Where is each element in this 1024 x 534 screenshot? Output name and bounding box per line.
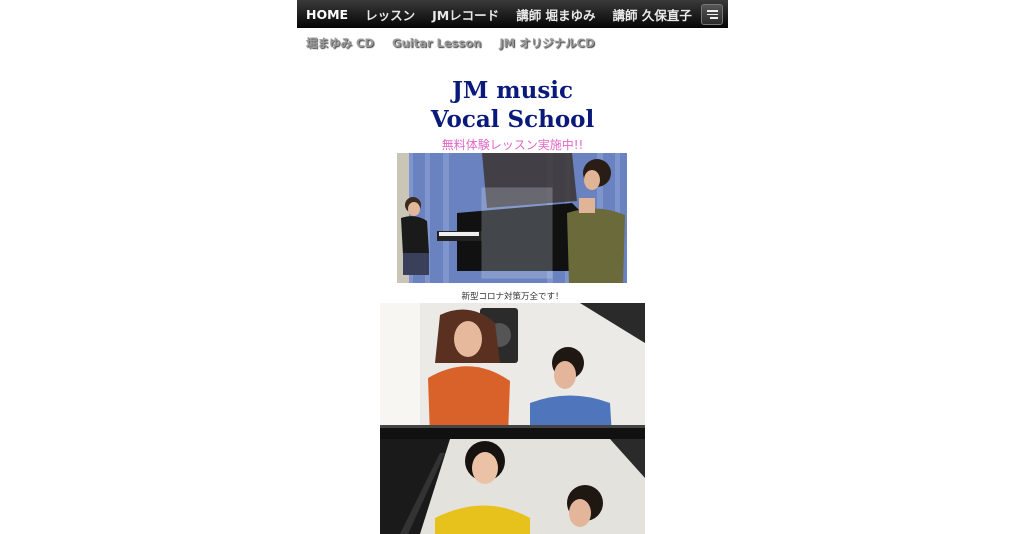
- subnav-hori-cd[interactable]: 堀まゆみ CD: [306, 35, 374, 51]
- lesson-photo-singing: [380, 303, 645, 534]
- nav-teacher-hori[interactable]: 講師 堀まゆみ: [516, 5, 595, 24]
- nav-home[interactable]: HOME: [306, 7, 348, 22]
- sub-navbar: 堀まゆみ CD Guitar Lesson JM オリジナルCD: [297, 35, 728, 51]
- subnav-guitar-lesson[interactable]: Guitar Lesson: [392, 36, 481, 50]
- page-title: JM music Vocal School: [297, 76, 728, 134]
- title-line-2: Vocal School: [430, 106, 595, 133]
- top-navbar: HOME レッスン JMレコード 講師 堀まゆみ 講師 久保直子: [297, 0, 728, 28]
- free-trial-promo: 無料体験レッスン実施中!!: [441, 138, 584, 152]
- lesson-photo-piano: [397, 153, 627, 283]
- menu-icon[interactable]: [701, 4, 723, 25]
- subnav-jm-original-cd[interactable]: JM オリジナルCD: [499, 35, 594, 51]
- site-container: HOME レッスン JMレコード 講師 堀まゆみ 講師 久保直子 堀まゆみ CD…: [297, 0, 728, 534]
- nav-lesson[interactable]: レッスン: [365, 5, 415, 24]
- covid-caption: 新型コロナ対策万全です！: [461, 292, 564, 302]
- nav-teacher-kubo[interactable]: 講師 久保直子: [613, 5, 692, 24]
- nav-jm-record[interactable]: JMレコード: [432, 5, 499, 24]
- title-line-1: JM music: [451, 77, 574, 104]
